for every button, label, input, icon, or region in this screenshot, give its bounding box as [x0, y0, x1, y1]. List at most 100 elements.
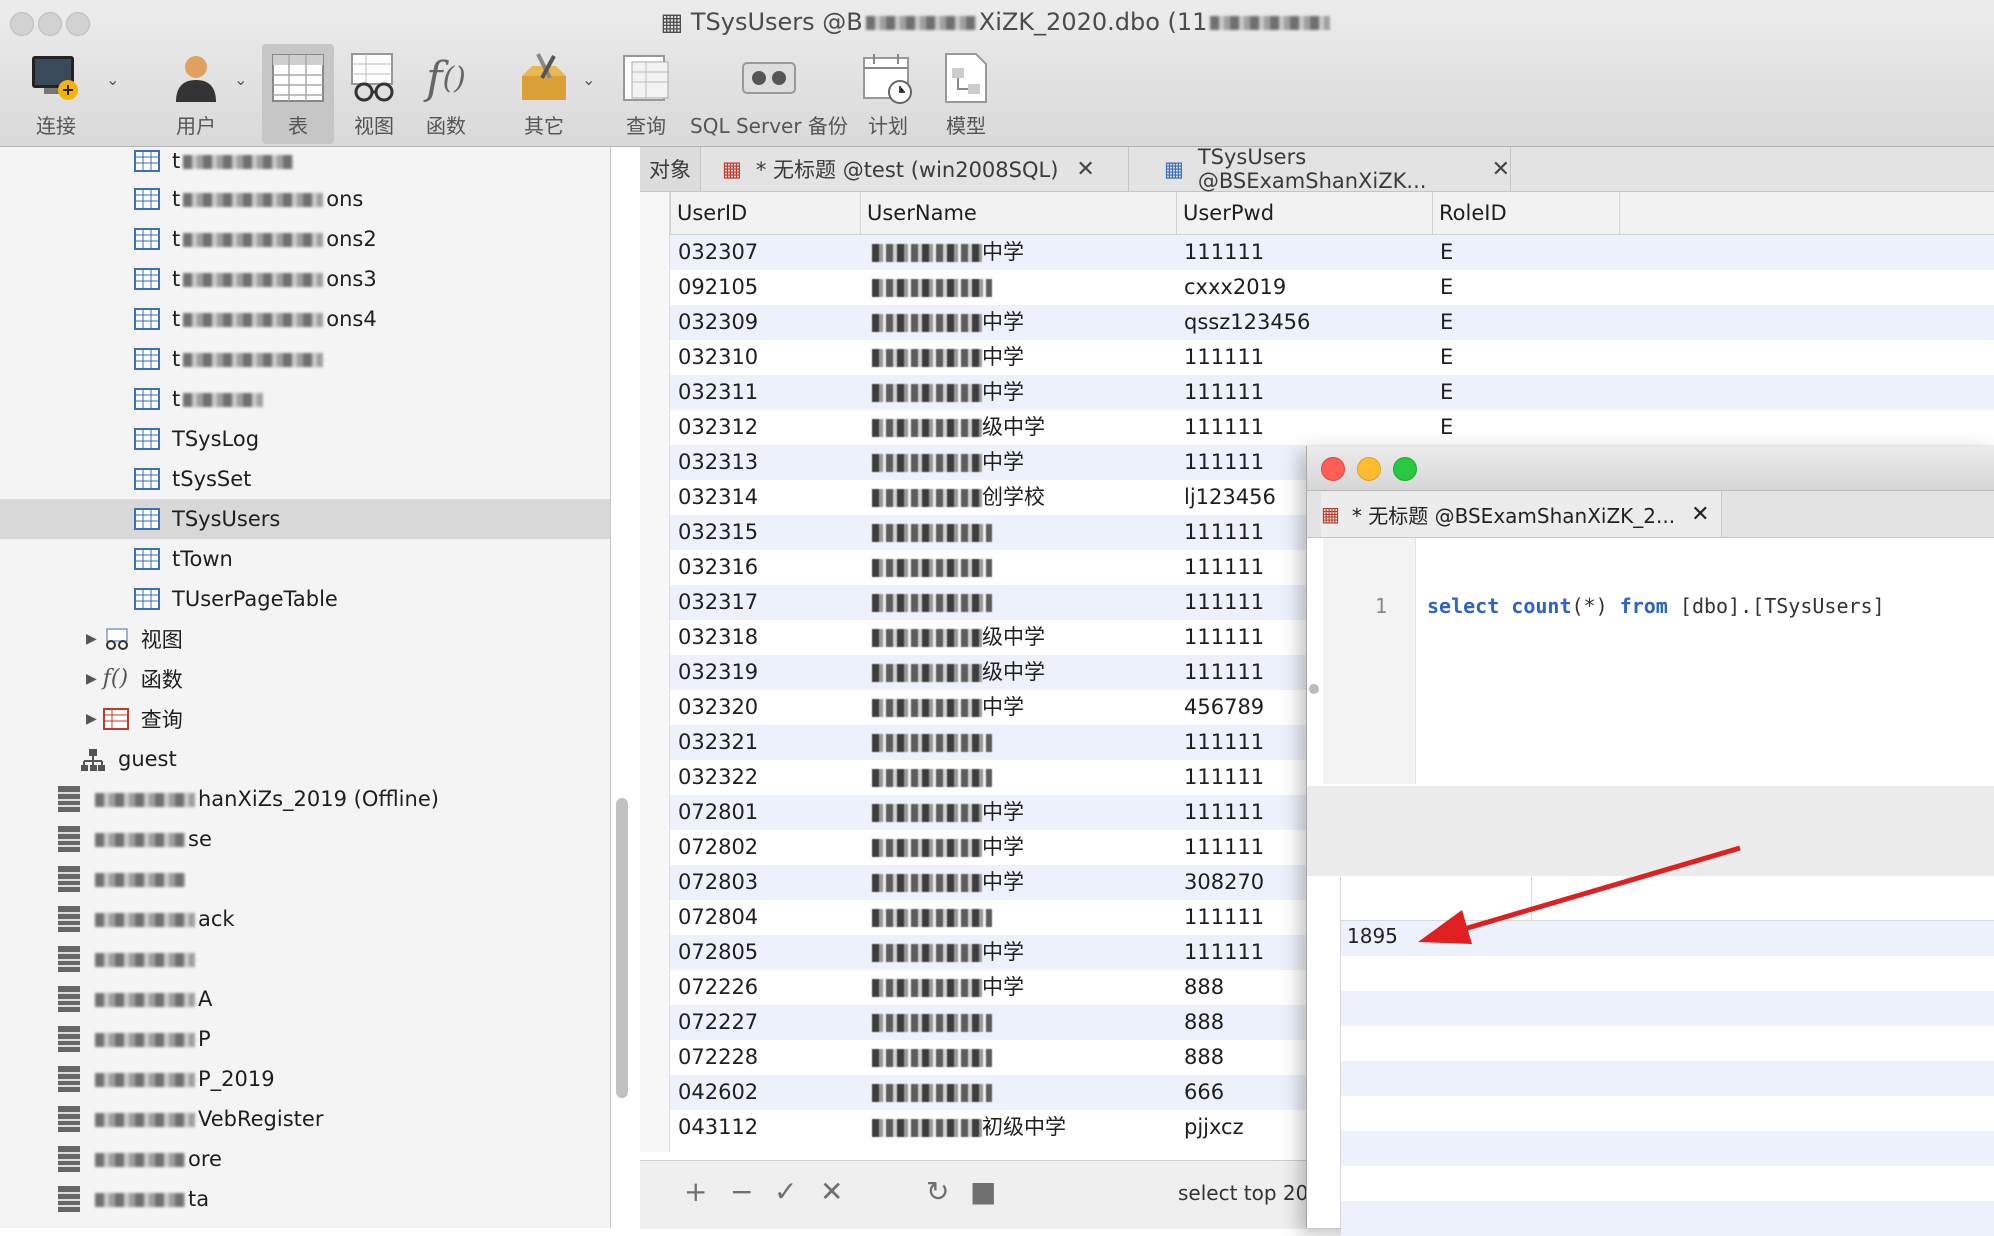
cell-userid[interactable]: 072804: [670, 900, 758, 935]
cell-userpwd[interactable]: 111111: [1176, 410, 1264, 445]
apply-changes-icon[interactable]: ✓: [774, 1175, 797, 1208]
tree-table-item[interactable]: t ons2: [0, 219, 610, 259]
tree-database-item[interactable]: se: [0, 819, 610, 859]
cell-userpwd[interactable]: 888: [1176, 970, 1224, 1005]
cell-userid[interactable]: 072227: [670, 1005, 758, 1040]
cell-username[interactable]: 中学: [864, 690, 1024, 725]
tree-database-item[interactable]: ore: [0, 1139, 610, 1179]
cell-userid[interactable]: 042602: [670, 1075, 758, 1110]
close-tab-icon[interactable]: ✕: [1492, 157, 1510, 182]
cell-username[interactable]: 中学: [864, 445, 1024, 480]
cell-userid[interactable]: 072805: [670, 935, 758, 970]
tree-group-functions[interactable]: ▶ f() 函数: [0, 659, 610, 699]
cell-username[interactable]: 中学: [864, 305, 1024, 340]
query-window-titlebar[interactable]: [1307, 446, 1994, 491]
table-row[interactable]: 032310 中学 111111 E: [670, 340, 1994, 375]
tree-table-item[interactable]: t: [0, 379, 610, 419]
cell-userid[interactable]: 072228: [670, 1040, 758, 1075]
cell-username[interactable]: 级中学: [864, 410, 1045, 445]
cell-userpwd[interactable]: 111111: [1176, 620, 1264, 655]
cell-userid[interactable]: 032313: [670, 445, 758, 480]
tree-database-item[interactable]: hanXiZs_2019 (Offline): [0, 779, 610, 819]
tree-table-item-selected[interactable]: TSysUsers: [0, 499, 610, 539]
cell-userpwd[interactable]: 111111: [1176, 900, 1264, 935]
tab-tsysusers[interactable]: ▦ TSysUsers @BSExamShanXiZK... ✕: [1150, 145, 1511, 193]
tree-database-item[interactable]: A: [0, 979, 610, 1019]
cell-username[interactable]: [864, 1005, 992, 1040]
connect-dropdown-chevron-icon[interactable]: ⌄: [106, 70, 119, 89]
tree-table-item[interactable]: TSysLog: [0, 419, 610, 459]
tree-table-item[interactable]: t: [0, 147, 610, 181]
tree-database-item[interactable]: ack: [0, 899, 610, 939]
result-row[interactable]: [1341, 1096, 1994, 1131]
close-tab-icon[interactable]: ✕: [1076, 157, 1094, 182]
cell-username[interactable]: 级中学: [864, 620, 1045, 655]
delete-record-icon[interactable]: −: [730, 1175, 753, 1208]
cell-userid[interactable]: 032312: [670, 410, 758, 445]
stop-icon[interactable]: ■: [970, 1175, 996, 1208]
cell-userpwd[interactable]: lj123456: [1176, 480, 1276, 515]
cell-userpwd[interactable]: 111111: [1176, 830, 1264, 865]
toolbar-model-button[interactable]: 模型: [930, 48, 1002, 140]
cell-userpwd[interactable]: 111111: [1176, 340, 1264, 375]
cell-userid[interactable]: 072226: [670, 970, 758, 1005]
cell-userpwd[interactable]: 456789: [1176, 690, 1264, 725]
cell-userpwd[interactable]: cxxx2019: [1176, 270, 1286, 305]
cell-userpwd[interactable]: 308270: [1176, 865, 1264, 900]
sidebar-scrollbar[interactable]: [616, 798, 628, 1098]
toolbar-other-button[interactable]: 其它: [508, 48, 580, 140]
tree-table-item[interactable]: t ons: [0, 179, 610, 219]
cell-username[interactable]: 中学: [864, 340, 1024, 375]
column-header[interactable]: UserPwd: [1176, 192, 1433, 234]
toolbar-schedule-button[interactable]: 计划: [852, 48, 924, 140]
cell-userid[interactable]: 072803: [670, 865, 758, 900]
cell-username[interactable]: 中学: [864, 235, 1024, 270]
tree-table-item[interactable]: tTown: [0, 539, 610, 579]
cell-userid[interactable]: 032320: [670, 690, 758, 725]
close-window-button[interactable]: [1321, 457, 1345, 481]
tree-database-item[interactable]: VebRegister: [0, 1099, 610, 1139]
cell-username[interactable]: 中学: [864, 830, 1024, 865]
cell-username[interactable]: 中学: [864, 795, 1024, 830]
tree-table-item[interactable]: t ons3: [0, 259, 610, 299]
discard-changes-icon[interactable]: ✕: [820, 1175, 843, 1208]
cell-username[interactable]: 中学: [864, 935, 1024, 970]
cell-username[interactable]: [864, 760, 992, 795]
cell-userid[interactable]: 032314: [670, 480, 758, 515]
result-row[interactable]: [1341, 1061, 1994, 1096]
cell-userid[interactable]: 032317: [670, 585, 758, 620]
result-row[interactable]: [1341, 1166, 1994, 1201]
cell-userid[interactable]: 032321: [670, 725, 758, 760]
cell-roleid[interactable]: E: [1432, 270, 1453, 305]
table-row[interactable]: 032307 中学 111111 E: [670, 235, 1994, 270]
cell-username[interactable]: 初级中学: [864, 1110, 1066, 1145]
column-header[interactable]: UserName: [860, 192, 1177, 234]
cell-userpwd[interactable]: 111111: [1176, 550, 1264, 585]
cell-userpwd[interactable]: 111111: [1176, 375, 1264, 410]
table-row[interactable]: 032309 中学 qssz123456 E: [670, 305, 1994, 340]
tab-objects[interactable]: 对象: [640, 147, 701, 191]
toolbar-connect-button[interactable]: 连接: [20, 48, 92, 140]
column-header[interactable]: UserID: [670, 192, 861, 234]
toolbar-view-button[interactable]: 视图: [338, 48, 410, 140]
tree-database-item[interactable]: [0, 939, 610, 979]
result-row[interactable]: [1341, 991, 1994, 1026]
toolbar-backup-button[interactable]: SQL Server 备份: [684, 48, 854, 140]
cell-username[interactable]: [864, 270, 992, 305]
cell-userpwd[interactable]: 111111: [1176, 655, 1264, 690]
cell-userpwd[interactable]: 111111: [1176, 515, 1264, 550]
cell-username[interactable]: 创学校: [864, 480, 1045, 515]
cell-userpwd[interactable]: 111111: [1176, 235, 1264, 270]
tree-database-item[interactable]: [0, 859, 610, 899]
cell-userid[interactable]: 043112: [670, 1110, 758, 1145]
cell-roleid[interactable]: E: [1432, 340, 1453, 375]
tree-table-item[interactable]: TUserPageTable: [0, 579, 610, 619]
cell-userid[interactable]: 072801: [670, 795, 758, 830]
result-row[interactable]: [1341, 1026, 1994, 1061]
tree-database-item[interactable]: P: [0, 1019, 610, 1059]
cell-roleid[interactable]: E: [1432, 305, 1453, 340]
cell-username[interactable]: [864, 585, 992, 620]
cell-userpwd[interactable]: 111111: [1176, 725, 1264, 760]
add-record-icon[interactable]: +: [684, 1175, 707, 1208]
minimize-window-button[interactable]: [1357, 457, 1381, 481]
